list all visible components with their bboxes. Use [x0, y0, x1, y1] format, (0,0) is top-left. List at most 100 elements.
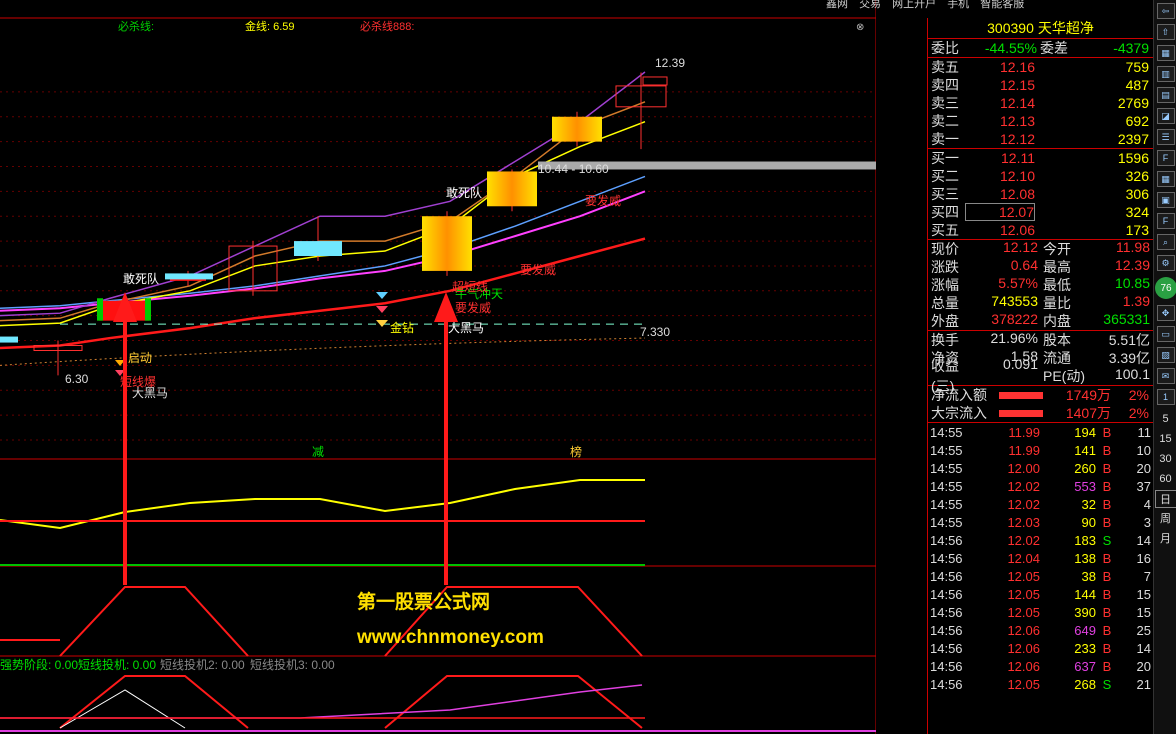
tick-count: 16 [1136, 550, 1151, 566]
tick-volume: 144 [1074, 586, 1096, 602]
stat-value: 21.96% [990, 330, 1038, 346]
menu-item-service[interactable]: 智能客服 [980, 0, 1024, 10]
tick-row[interactable]: 14:56 12.06 233 B 14 [928, 639, 1153, 657]
book-volume: 692 [1125, 113, 1149, 129]
stat-label: 涨跌 [931, 259, 959, 275]
f12-icon[interactable]: F [1156, 213, 1175, 229]
tools-icon[interactable]: ▨ [1156, 347, 1175, 363]
tick-row[interactable]: 14:56 12.02 183 S 14 [928, 531, 1153, 549]
up-icon[interactable]: ⇧ [1156, 24, 1175, 40]
grid-icon[interactable]: ▦ [1156, 45, 1175, 61]
tick-volume: 194 [1074, 424, 1096, 440]
book-row[interactable]: 卖三 12.14 2769 [928, 94, 1153, 112]
period-15[interactable]: 15 [1155, 430, 1176, 448]
weicha-value: -4379 [1113, 40, 1149, 56]
chart-close-icon[interactable]: ⊗ [856, 22, 876, 36]
speed-badge[interactable]: 76 [1155, 277, 1176, 299]
book-price: 12.10 [999, 168, 1035, 184]
high-box [642, 76, 668, 86]
diamond-icon [376, 292, 388, 299]
move-icon[interactable]: ✥ [1156, 305, 1175, 321]
tick-row[interactable]: 14:56 12.06 649 B 25 [928, 621, 1153, 639]
candle-edge [145, 298, 151, 321]
tick-row[interactable]: 14:55 12.02 553 B 37 [928, 477, 1153, 495]
annotation-label: 超短线 [452, 279, 488, 294]
period-day[interactable]: 日 [1154, 490, 1176, 508]
menu-item-trade[interactable]: 交易 [859, 0, 881, 10]
menu-item-xinwang[interactable]: 鑫网 [826, 0, 848, 10]
stat-label: 换手 [931, 332, 959, 348]
stat-label: 现价 [931, 241, 959, 257]
tick-row[interactable]: 14:56 12.05 144 B 15 [928, 585, 1153, 603]
table-icon[interactable]: ▦ [1156, 171, 1175, 187]
kline-chart[interactable]: 12.0011.5011.0010.5010.009.509.008.508.0… [0, 0, 876, 734]
book-row[interactable]: 买四 12.07 324 [928, 203, 1153, 221]
tick-row[interactable]: 14:56 12.06 637 B 20 [928, 657, 1153, 675]
mail-icon[interactable]: ✉ [1156, 368, 1175, 384]
menu-item-open-account[interactable]: 网上开户 [892, 0, 936, 10]
back-icon[interactable]: ⇦ [1156, 3, 1175, 19]
ma-yellow [0, 121, 646, 327]
tick-row[interactable]: 14:55 12.00 260 B 20 [928, 459, 1153, 477]
stat-label: PE(动) [1043, 368, 1085, 384]
period-5[interactable]: 5 [1155, 410, 1176, 428]
tick-side: B [1102, 442, 1112, 458]
stat-value: 11.98 [1116, 239, 1150, 255]
flow-bar [999, 409, 1043, 417]
window-icon[interactable]: ▭ [1156, 326, 1175, 342]
label-qiangshi: 强势阶段: 0.00 [0, 657, 78, 672]
annotation-label: 要发威 [585, 193, 621, 208]
tick-row[interactable]: 14:56 12.04 138 B 16 [928, 549, 1153, 567]
doc-icon[interactable]: ▣ [1156, 192, 1175, 208]
tick-row[interactable]: 14:56 12.05 38 B 7 [928, 567, 1153, 585]
chart-area[interactable]: 12.0011.5011.0010.5010.009.509.008.508.0… [0, 0, 876, 734]
stat-label: 最高 [1043, 259, 1071, 275]
period-30[interactable]: 30 [1155, 450, 1176, 468]
tick-row[interactable]: 14:55 11.99 141 B 10 [928, 441, 1153, 459]
chart-icon[interactable]: ◪ [1156, 108, 1175, 124]
period-month[interactable]: 月 [1155, 530, 1176, 548]
annotation-label: 榜 [570, 444, 582, 459]
label-duanxian: 短线投机: 0.00 [78, 657, 156, 672]
tick-row[interactable]: 14:56 12.05 390 B 15 [928, 603, 1153, 621]
f10-icon[interactable]: F [1156, 150, 1175, 166]
book-price: 12.14 [999, 95, 1035, 111]
book-row[interactable]: 卖五 12.16 759 [928, 58, 1153, 76]
annotation-label: 10.44 - 10.60 [538, 162, 609, 176]
tick-row[interactable]: 14:55 12.02 32 B 4 [928, 495, 1153, 513]
search-icon[interactable]: ⌕ [1156, 234, 1175, 250]
ind3-trap1 [59, 675, 249, 729]
cycle-1-icon[interactable]: 1 [1156, 389, 1175, 405]
book-row[interactable]: 买三 12.08 306 [928, 185, 1153, 203]
list-icon[interactable]: ☰ [1156, 129, 1175, 145]
menu-item-mobile[interactable]: 手机 [947, 0, 969, 10]
book-row[interactable]: 卖二 12.13 692 [928, 112, 1153, 130]
stats-block: 现价 12.12 今开 11.98 涨跌 0.64 最高 12.39 涨幅 5.57% 最低 10.8… [928, 239, 1153, 331]
tick-row[interactable]: 14:55 12.03 90 B 3 [928, 513, 1153, 531]
period-week[interactable]: 周 [1155, 510, 1176, 528]
flow-amount: 1407万 [1065, 405, 1111, 421]
quote-panel: 300390 天华超净 委比 -44.55% 委差 -4379 卖五 12.16 7… [927, 18, 1153, 734]
bar-icon[interactable]: ▤ [1156, 87, 1175, 103]
stat-label: 股本 [1043, 332, 1071, 348]
tick-list[interactable]: 14:55 11.99 194 B 11 14:55 11.99 141 B 10 14:55 12.… [928, 423, 1153, 693]
kline-icon[interactable]: ▥ [1156, 66, 1175, 82]
book-row[interactable]: 卖一 12.12 2397 [928, 130, 1153, 148]
book-label: 买四 [931, 204, 959, 220]
flow-bar [999, 391, 1043, 399]
stat-row: 涨跌 0.64 最高 12.39 [928, 257, 1153, 276]
tick-side: B [1102, 640, 1112, 656]
book-row[interactable]: 买五 12.06 173 [928, 221, 1153, 239]
period-60[interactable]: 60 [1155, 470, 1176, 488]
label-bishaxian: 必杀线: [118, 19, 154, 33]
book-row[interactable]: 卖四 12.15 487 [928, 76, 1153, 94]
book-row[interactable]: 买二 12.10 326 [928, 167, 1153, 185]
annotation-label: 敢死队 [123, 271, 159, 286]
tick-row[interactable]: 14:56 12.05 268 S 21 [928, 675, 1153, 693]
stat-value: 743553 [991, 293, 1038, 309]
book-row[interactable]: 买一 12.11 1596 [928, 149, 1153, 167]
tick-row[interactable]: 14:55 11.99 194 B 11 [928, 423, 1153, 441]
settings-icon[interactable]: ⚙ [1156, 255, 1175, 271]
tick-price: 12.00 [1007, 460, 1040, 476]
tick-count: 10 [1136, 442, 1151, 458]
